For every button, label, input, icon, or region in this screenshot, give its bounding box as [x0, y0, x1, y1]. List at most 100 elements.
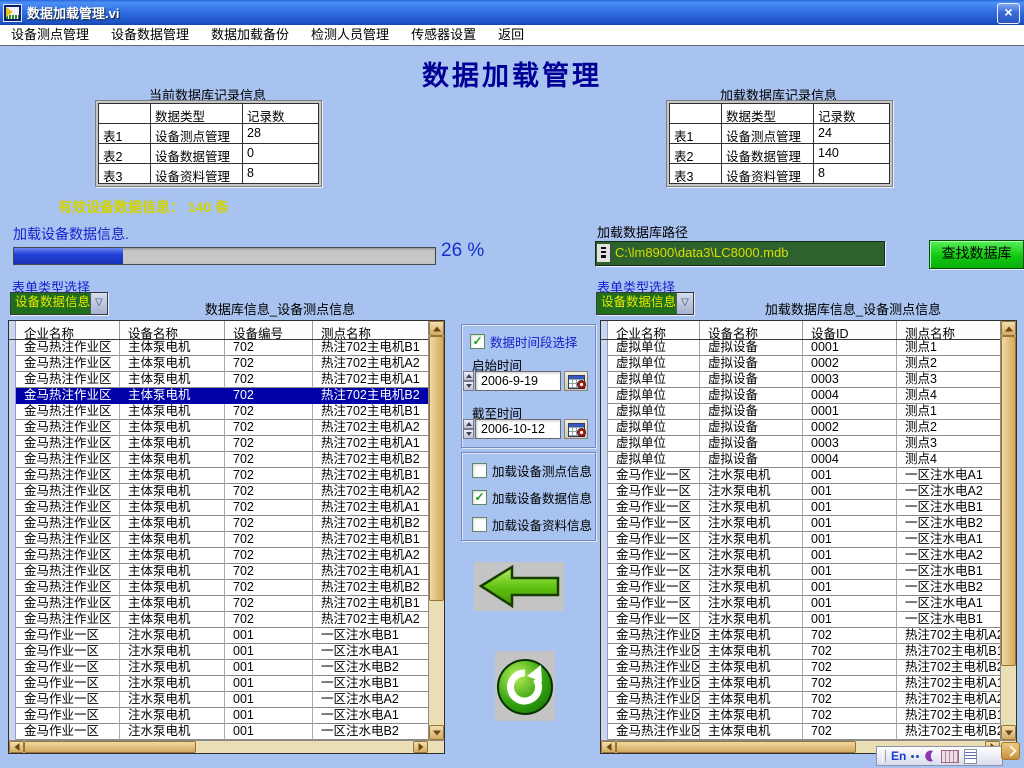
table-row[interactable]: 虚拟单位虚拟设备0001测点1: [601, 340, 1016, 356]
langbar-expand-button[interactable]: [1001, 742, 1020, 760]
table-row[interactable]: 金马热注作业区主体泵电机702热注702主电机B2: [9, 580, 444, 596]
load-data-checkbox-row[interactable]: ✓ 加载设备数据信息: [472, 488, 592, 507]
vertical-scrollbar[interactable]: [428, 321, 444, 740]
scroll-down-button[interactable]: [1001, 725, 1016, 740]
search-database-button[interactable]: 查找数据库: [929, 240, 1024, 269]
left-dropdown-arrow-icon[interactable]: ▽: [90, 293, 107, 314]
table-row[interactable]: 金马作业一区注水泵电机001一区注水电A1: [601, 596, 1016, 612]
right-form-type-dropdown[interactable]: 设备数据信息 ▽: [596, 292, 694, 315]
table-row[interactable]: 金马热注作业区主体泵电机702热注702主电机B1: [9, 532, 444, 548]
horizontal-scrollbar[interactable]: [9, 740, 444, 753]
menu-item-4[interactable]: 传感器设置: [400, 25, 487, 45]
menu-item-5[interactable]: 返回: [487, 25, 535, 45]
table-row[interactable]: 金马热注作业区主体泵电机702热注702主电机B1: [601, 644, 1016, 660]
load-points-checkbox-row[interactable]: ✓ 加载设备测点信息: [472, 461, 592, 480]
table-row[interactable]: 金马作业一区注水泵电机001一区注水电B1: [9, 676, 444, 692]
load-docs-checkbox-row[interactable]: ✓ 加载设备资料信息: [472, 515, 592, 534]
table-row[interactable]: 金马热注作业区主体泵电机702热注702主电机A1: [9, 500, 444, 516]
table-row[interactable]: 虚拟单位虚拟设备0003测点3: [601, 436, 1016, 452]
load-docs-checkbox[interactable]: ✓: [472, 517, 487, 532]
table-row[interactable]: 虚拟单位虚拟设备0001测点1: [601, 404, 1016, 420]
table-row[interactable]: 金马热注作业区主体泵电机702热注702主电机A2: [601, 628, 1016, 644]
table-row[interactable]: 虚拟单位虚拟设备0002测点2: [601, 420, 1016, 436]
scroll-up-button[interactable]: [429, 321, 444, 336]
menu-item-0[interactable]: 设备测点管理: [0, 25, 100, 45]
table-row[interactable]: 金马热注作业区主体泵电机702热注702主电机B1: [9, 404, 444, 420]
table-row[interactable]: 金马作业一区注水泵电机001一区注水电B1: [601, 500, 1016, 516]
table-row[interactable]: 金马热注作业区主体泵电机702热注702主电机A2: [601, 692, 1016, 708]
start-time-field[interactable]: [475, 371, 561, 391]
end-time-field[interactable]: [475, 419, 561, 439]
table-row[interactable]: 金马作业一区注水泵电机001一区注水电B1: [601, 612, 1016, 628]
table-row[interactable]: 金马热注作业区主体泵电机702热注702主电机B2: [9, 452, 444, 468]
table-row[interactable]: 金马作业一区注水泵电机001一区注水电A2: [9, 692, 444, 708]
table-row[interactable]: 虚拟单位虚拟设备0003测点3: [601, 372, 1016, 388]
close-button[interactable]: ×: [997, 3, 1020, 24]
start-time-stepper[interactable]: [463, 371, 474, 391]
table-row[interactable]: 金马热注作业区主体泵电机702热注702主电机A2: [9, 420, 444, 436]
table-row[interactable]: 金马作业一区注水泵电机001一区注水电B2: [9, 660, 444, 676]
load-left-arrow-button[interactable]: [474, 562, 564, 611]
table-row[interactable]: 金马作业一区注水泵电机001一区注水电B1: [9, 628, 444, 644]
table-row[interactable]: 金马热注作业区主体泵电机702热注702主电机A1: [9, 372, 444, 388]
scroll-left-button[interactable]: [601, 741, 616, 753]
menu-item-1[interactable]: 设备数据管理: [100, 25, 200, 45]
time-range-checkbox[interactable]: ✓: [470, 334, 485, 349]
scroll-thumb[interactable]: [24, 741, 196, 753]
language-indicator[interactable]: En: [891, 749, 906, 763]
left-form-type-dropdown[interactable]: 设备数据信息 ▽: [10, 292, 108, 315]
table-row[interactable]: 金马热注作业区主体泵电机702热注702主电机A2: [9, 548, 444, 564]
table-row[interactable]: 金马热注作业区主体泵电机702热注702主电机B2: [601, 660, 1016, 676]
table-row[interactable]: 金马作业一区注水泵电机001一区注水电B2: [9, 724, 444, 740]
column-header[interactable]: 设备ID: [803, 321, 897, 339]
table-row[interactable]: 金马作业一区注水泵电机001一区注水电B2: [601, 580, 1016, 596]
column-header[interactable]: 设备名称: [120, 321, 225, 339]
end-time-stepper[interactable]: [463, 419, 474, 439]
scroll-up-button[interactable]: [1001, 321, 1016, 336]
column-header[interactable]: 设备编号: [225, 321, 313, 339]
menu-item-3[interactable]: 检测人员管理: [300, 25, 400, 45]
table-row[interactable]: 金马热注作业区主体泵电机702热注702主电机B1: [601, 708, 1016, 724]
table-row[interactable]: 金马热注作业区主体泵电机702热注702主电机B2: [601, 724, 1016, 740]
table-row[interactable]: 金马作业一区注水泵电机001一区注水电A2: [601, 484, 1016, 500]
table-row[interactable]: 金马热注作业区主体泵电机702热注702主电机B2: [9, 388, 444, 404]
table-row[interactable]: 金马热注作业区主体泵电机702热注702主电机A1: [9, 436, 444, 452]
options-dots-icon[interactable]: [911, 755, 919, 758]
table-row[interactable]: 虚拟单位虚拟设备0002测点2: [601, 356, 1016, 372]
drag-grip-icon[interactable]: [882, 750, 886, 762]
table-row[interactable]: 金马作业一区注水泵电机001一区注水电A1: [9, 708, 444, 724]
table-row[interactable]: 金马作业一区注水泵电机001一区注水电A1: [9, 644, 444, 660]
scroll-thumb[interactable]: [1001, 336, 1016, 666]
table-row[interactable]: 金马作业一区注水泵电机001一区注水电B1: [601, 564, 1016, 580]
end-date-picker-button[interactable]: [564, 419, 588, 439]
table-row[interactable]: 金马热注作业区主体泵电机702热注702主电机A1: [9, 564, 444, 580]
language-bar[interactable]: En: [876, 746, 1003, 766]
menu-list-icon[interactable]: [964, 749, 977, 764]
table-row[interactable]: 虚拟单位虚拟设备0004测点4: [601, 452, 1016, 468]
scroll-left-button[interactable]: [9, 741, 24, 753]
start-date-picker-button[interactable]: [564, 371, 588, 391]
menu-item-2[interactable]: 数据加载备份: [200, 25, 300, 45]
column-header[interactable]: 测点名称: [897, 321, 1001, 339]
column-header[interactable]: 企业名称: [608, 321, 700, 339]
table-row[interactable]: 金马热注作业区主体泵电机702热注702主电机B1: [9, 468, 444, 484]
scroll-right-button[interactable]: [413, 741, 428, 753]
table-row[interactable]: 金马热注作业区主体泵电机702热注702主电机B1: [9, 596, 444, 612]
table-row[interactable]: 金马热注作业区主体泵电机702热注702主电机A2: [9, 484, 444, 500]
scroll-thumb[interactable]: [429, 336, 444, 601]
ime-moon-icon[interactable]: [924, 750, 936, 762]
table-row[interactable]: 金马热注作业区主体泵电机702热注702主电机B2: [9, 516, 444, 532]
table-row[interactable]: 金马作业一区注水泵电机001一区注水电A1: [601, 532, 1016, 548]
table-row[interactable]: 虚拟单位虚拟设备0004测点4: [601, 388, 1016, 404]
refresh-button[interactable]: [495, 651, 555, 721]
table-row[interactable]: 金马热注作业区主体泵电机702热注702主电机A2: [9, 612, 444, 628]
time-range-checkbox-row[interactable]: ✓ 数据时间段选择: [470, 332, 578, 351]
table-row[interactable]: 金马作业一区注水泵电机001一区注水电A2: [601, 548, 1016, 564]
column-header[interactable]: 测点名称: [313, 321, 429, 339]
load-data-checkbox[interactable]: ✓: [472, 490, 487, 505]
path-browse-icon[interactable]: [597, 244, 611, 262]
vertical-scrollbar[interactable]: [1000, 321, 1016, 740]
table-row[interactable]: 金马热注作业区主体泵电机702热注702主电机B1: [9, 340, 444, 356]
table-row[interactable]: 金马作业一区注水泵电机001一区注水电A1: [601, 468, 1016, 484]
scroll-thumb[interactable]: [616, 741, 856, 753]
